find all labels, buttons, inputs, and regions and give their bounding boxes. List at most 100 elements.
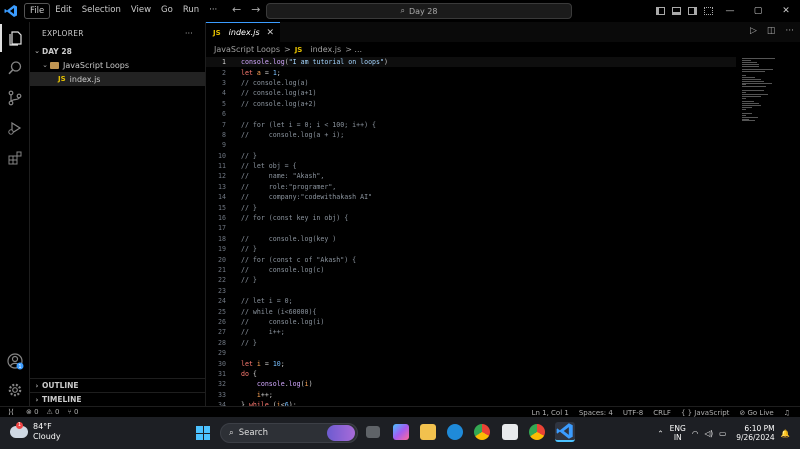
menu-more[interactable]: ··· bbox=[204, 3, 222, 19]
volume-icon[interactable]: ◁) bbox=[704, 429, 713, 438]
code-line[interactable]: 17 bbox=[206, 223, 736, 233]
windows-start-icon[interactable] bbox=[196, 426, 210, 440]
cursor-position[interactable]: Ln 1, Col 1 bbox=[532, 409, 569, 417]
code-line[interactable]: 18 // console.log(key ) bbox=[206, 234, 736, 244]
run-debug-icon[interactable] bbox=[0, 114, 30, 142]
run-file-icon[interactable]: ▷ bbox=[750, 26, 757, 36]
code-line[interactable]: 20 // for (const c of "Akash") { bbox=[206, 254, 736, 264]
toggle-panel-icon[interactable] bbox=[668, 0, 684, 22]
forward-arrow-icon[interactable]: → bbox=[251, 3, 260, 16]
editor-more-icon[interactable]: ··· bbox=[785, 26, 794, 36]
code-line[interactable]: 2 let a = 1; bbox=[206, 67, 736, 77]
code-line[interactable]: 32 console.log(i) bbox=[206, 379, 736, 389]
code-line[interactable]: 31 do { bbox=[206, 369, 736, 379]
code-line[interactable]: 15 // } bbox=[206, 202, 736, 212]
command-center[interactable]: ⌕ Day 28 bbox=[266, 3, 572, 19]
copilot-icon[interactable] bbox=[393, 424, 409, 440]
file-explorer-icon[interactable] bbox=[420, 424, 436, 440]
wifi-icon[interactable]: ◠ bbox=[692, 429, 699, 438]
chrome-profile-icon[interactable] bbox=[529, 424, 545, 440]
code-line[interactable]: 22 // } bbox=[206, 275, 736, 285]
code-line[interactable]: 33 i++; bbox=[206, 390, 736, 400]
source-control-icon[interactable] bbox=[0, 84, 30, 112]
toggle-sidebar-icon[interactable] bbox=[652, 0, 668, 22]
forwarded-ports[interactable]: ⑂ 0 bbox=[68, 408, 79, 416]
toggle-secondary-sidebar-icon[interactable] bbox=[684, 0, 700, 22]
tab-index-js[interactable]: JS index.js ✕ bbox=[206, 22, 280, 42]
code-line[interactable]: 10 // } bbox=[206, 151, 736, 161]
language-indicator[interactable]: ENG IN bbox=[670, 424, 686, 442]
tray-overflow-icon[interactable]: ⌃ bbox=[657, 429, 663, 438]
close-window-button[interactable]: ✕ bbox=[772, 0, 800, 22]
code-editor[interactable]: 1 console.log("I am tutorial on loops") 2 l… bbox=[206, 57, 736, 410]
file-row-index-js[interactable]: JS index.js bbox=[30, 72, 205, 86]
code-line[interactable]: 8 // console.log(a + i); bbox=[206, 130, 736, 140]
breadcrumb-file[interactable]: index.js bbox=[310, 45, 341, 54]
search-sidebar-icon[interactable] bbox=[0, 54, 30, 82]
go-live-button[interactable]: ⊘ Go Live bbox=[739, 409, 773, 417]
minimap[interactable] bbox=[742, 58, 786, 122]
menu-run[interactable]: Run bbox=[178, 3, 204, 19]
store-icon[interactable] bbox=[502, 424, 518, 440]
line-ending[interactable]: CRLF bbox=[653, 409, 671, 417]
settings-gear-icon[interactable] bbox=[0, 376, 30, 404]
language-mode[interactable]: { } JavaScript bbox=[681, 409, 729, 417]
code-line[interactable]: 25 // while (i<60000){ bbox=[206, 306, 736, 316]
split-editor-icon[interactable]: ◫ bbox=[767, 26, 776, 36]
taskbar-search[interactable]: ⌕ Search bbox=[220, 423, 358, 443]
code-line[interactable]: 6 bbox=[206, 109, 736, 119]
problems-errors[interactable]: ⊗ 0 bbox=[26, 408, 39, 416]
close-tab-icon[interactable]: ✕ bbox=[266, 28, 274, 38]
edge-browser-icon[interactable] bbox=[447, 424, 463, 440]
minimize-button[interactable]: — bbox=[716, 0, 744, 22]
code-line[interactable]: 27 // i++; bbox=[206, 327, 736, 337]
vscode-taskbar-icon[interactable] bbox=[555, 422, 575, 442]
explorer-more-actions[interactable]: ··· bbox=[185, 29, 193, 38]
code-line[interactable]: 11 // let obj = { bbox=[206, 161, 736, 171]
code-line[interactable]: 29 bbox=[206, 348, 736, 358]
code-line[interactable]: 1 console.log("I am tutorial on loops") bbox=[206, 57, 736, 68]
code-line[interactable]: 24 // let i = 0; bbox=[206, 296, 736, 306]
code-line[interactable]: 4 // console.log(a+1) bbox=[206, 88, 736, 98]
encoding[interactable]: UTF-8 bbox=[623, 409, 643, 417]
explorer-icon[interactable] bbox=[0, 24, 30, 52]
code-line[interactable]: 14 // company:"codewithakash AI" bbox=[206, 192, 736, 202]
code-line[interactable]: 30 let i = 10; bbox=[206, 358, 736, 368]
clock[interactable]: 6:10 PM 9/26/2024 bbox=[736, 424, 774, 442]
code-line[interactable]: 13 // role:"programer", bbox=[206, 182, 736, 192]
notification-center-icon[interactable]: 🔔 bbox=[781, 429, 790, 438]
indentation[interactable]: Spaces: 4 bbox=[579, 409, 613, 417]
code-line[interactable]: 21 // console.log(c) bbox=[206, 265, 736, 275]
code-line[interactable]: 12 // name: "Akash", bbox=[206, 171, 736, 181]
customize-layout-icon[interactable] bbox=[700, 0, 716, 22]
code-line[interactable]: 26 // console.log(i) bbox=[206, 317, 736, 327]
code-line[interactable]: 19 // } bbox=[206, 244, 736, 254]
code-line[interactable]: 16 // for (const key in obj) { bbox=[206, 213, 736, 223]
menu-go[interactable]: Go bbox=[156, 3, 178, 19]
code-line[interactable]: 5 // console.log(a+2) bbox=[206, 99, 736, 109]
code-line[interactable]: 28 // } bbox=[206, 338, 736, 348]
code-line[interactable]: 9 bbox=[206, 140, 736, 150]
weather-widget[interactable]: 1 84°F Cloudy bbox=[10, 422, 61, 442]
chrome-icon[interactable] bbox=[474, 424, 490, 440]
code-line[interactable]: 23 bbox=[206, 286, 736, 296]
outline-section[interactable]: › OUTLINE bbox=[30, 378, 206, 392]
problems-warnings[interactable]: ⚠ 0 bbox=[47, 408, 60, 416]
code-line[interactable]: 7 // for (let i = 0; i < 100; i++) { bbox=[206, 119, 736, 129]
notifications-bell-icon[interactable]: ♫ bbox=[784, 409, 790, 417]
account-icon[interactable]: 1 bbox=[0, 347, 30, 375]
breadcrumb-tail[interactable]: > ... bbox=[345, 45, 362, 54]
menu-file[interactable]: File bbox=[24, 3, 51, 19]
code-line[interactable]: 3 // console.log(a) bbox=[206, 78, 736, 88]
back-arrow-icon[interactable]: ← bbox=[232, 3, 241, 16]
breadcrumb-folder[interactable]: JavaScript Loops bbox=[214, 45, 280, 54]
menu-view[interactable]: View bbox=[126, 3, 156, 19]
task-view-icon[interactable] bbox=[366, 426, 380, 438]
folder-row[interactable]: ⌄ JavaScript Loops bbox=[30, 58, 205, 72]
menu-edit[interactable]: Edit bbox=[50, 3, 76, 19]
root-folder-row[interactable]: ⌄ DAY 28 bbox=[30, 44, 205, 58]
extensions-icon[interactable] bbox=[0, 144, 30, 172]
menu-selection[interactable]: Selection bbox=[77, 3, 126, 19]
battery-icon[interactable]: ▭ bbox=[719, 429, 726, 438]
maximize-button[interactable]: ▢ bbox=[744, 0, 772, 22]
